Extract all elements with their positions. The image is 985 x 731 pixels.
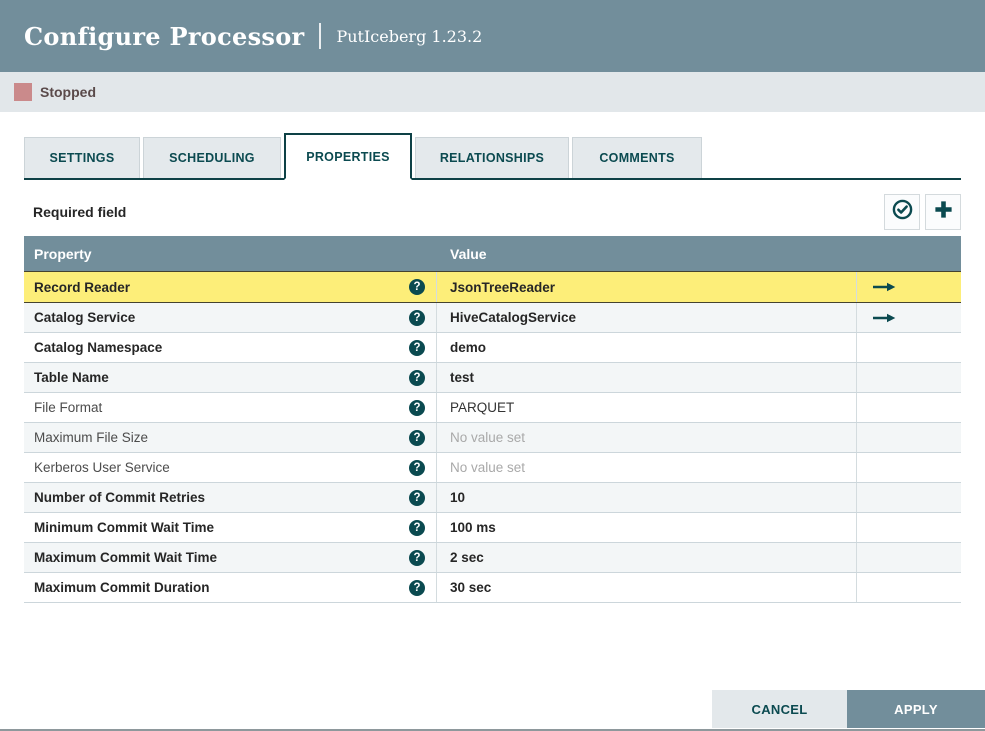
apply-button[interactable]: APPLY <box>847 690 985 728</box>
property-name-cell: Table Name? <box>24 363 437 392</box>
check-circle-icon <box>892 199 913 225</box>
property-row[interactable]: Maximum Commit Duration? 30 sec <box>24 573 961 603</box>
verify-properties-button[interactable] <box>884 194 920 230</box>
property-row[interactable]: Kerberos User Service? No value set <box>24 453 961 483</box>
help-question-icon[interactable]: ? <box>409 489 425 506</box>
property-name: Number of Commit Retries <box>34 490 206 505</box>
dialog-header: Configure Processor PutIceberg 1.23.2 <box>0 0 985 72</box>
row-actions-cell <box>857 423 961 452</box>
property-name-cell: File Format? <box>24 393 437 422</box>
property-name-cell: Maximum File Size? <box>24 423 437 452</box>
property-row[interactable]: Catalog Service? HiveCatalogService <box>24 303 961 333</box>
tab-properties[interactable]: PROPERTIES <box>284 133 412 180</box>
row-actions-cell <box>857 453 961 482</box>
processor-type-version: PutIceberg 1.23.2 <box>336 26 483 46</box>
table-header-row: Property Value <box>24 236 961 271</box>
property-row[interactable]: File Format? PARQUET <box>24 393 961 423</box>
help-question-icon[interactable]: ? <box>409 549 425 566</box>
property-name-cell: Minimum Commit Wait Time? <box>24 513 437 542</box>
help-question-icon[interactable]: ? <box>409 369 425 386</box>
tab-strip: SETTINGS SCHEDULING PROPERTIES RELATIONSHIP… <box>24 133 961 180</box>
row-actions-cell <box>857 303 961 332</box>
property-value-cell[interactable]: No value set <box>437 423 857 452</box>
property-name-cell: Catalog Service? <box>24 303 437 332</box>
help-question-icon[interactable]: ? <box>409 459 425 476</box>
property-row[interactable]: Catalog Namespace? demo <box>24 333 961 363</box>
property-name-cell: Kerberos User Service? <box>24 453 437 482</box>
help-question-icon[interactable]: ? <box>409 309 425 326</box>
table-body: Record Reader? JsonTreeReader Catalog Serv… <box>24 271 961 603</box>
help-question-icon[interactable]: ? <box>409 519 425 536</box>
dialog-title: Configure Processor <box>24 21 305 51</box>
properties-toolbar: Required field <box>24 192 961 232</box>
property-value-cell[interactable]: PARQUET <box>437 393 857 422</box>
property-row[interactable]: Maximum Commit Wait Time? 2 sec <box>24 543 961 573</box>
status-label: Stopped <box>40 84 96 100</box>
help-question-icon[interactable]: ? <box>409 429 425 446</box>
tab-scheduling[interactable]: SCHEDULING <box>143 137 281 178</box>
properties-table: Property Value Record Reader? JsonTreeRea… <box>24 236 961 603</box>
property-name-cell: Record Reader? <box>24 272 437 302</box>
property-value-cell[interactable]: 2 sec <box>437 543 857 572</box>
property-name-cell: Catalog Namespace? <box>24 333 437 362</box>
property-name: Kerberos User Service <box>34 460 170 475</box>
column-header-property: Property <box>34 245 92 262</box>
property-value-cell[interactable]: 100 ms <box>437 513 857 542</box>
property-row[interactable]: Table Name? test <box>24 363 961 393</box>
tab-settings[interactable]: SETTINGS <box>24 137 140 178</box>
help-question-icon[interactable]: ? <box>409 339 425 356</box>
property-name: Record Reader <box>34 279 131 295</box>
row-actions-cell <box>857 483 961 512</box>
property-row[interactable]: Number of Commit Retries? 10 <box>24 483 961 513</box>
row-actions-cell <box>857 393 961 422</box>
tab-comments[interactable]: COMMENTS <box>572 137 702 178</box>
go-to-service-arrow-icon[interactable] <box>873 313 896 323</box>
property-value-cell[interactable]: JsonTreeReader <box>437 272 857 302</box>
property-value-cell[interactable]: test <box>437 363 857 392</box>
property-row[interactable]: Record Reader? JsonTreeReader <box>24 271 961 303</box>
property-name: Catalog Namespace <box>34 340 163 355</box>
property-name: Maximum Commit Wait Time <box>34 550 218 565</box>
row-actions-cell <box>857 513 961 542</box>
property-name: Minimum Commit Wait Time <box>34 520 215 535</box>
plus-icon <box>933 199 954 225</box>
row-actions-cell <box>857 272 961 302</box>
title-divider <box>319 23 322 49</box>
property-value-cell[interactable]: 10 <box>437 483 857 512</box>
row-actions-cell <box>857 573 961 602</box>
configure-processor-dialog: Configure Processor PutIceberg 1.23.2 St… <box>0 0 985 731</box>
add-property-button[interactable] <box>925 194 961 230</box>
property-value-cell[interactable]: No value set <box>437 453 857 482</box>
property-value-cell[interactable]: HiveCatalogService <box>437 303 857 332</box>
dialog-footer: CANCEL APPLY <box>712 690 985 728</box>
row-actions-cell <box>857 543 961 572</box>
property-name: Maximum File Size <box>34 430 149 445</box>
property-row[interactable]: Minimum Commit Wait Time? 100 ms <box>24 513 961 543</box>
column-header-value: Value <box>450 245 487 262</box>
property-name-cell: Maximum Commit Wait Time? <box>24 543 437 572</box>
help-question-icon[interactable]: ? <box>409 579 425 596</box>
go-to-service-arrow-icon[interactable] <box>873 282 896 292</box>
cancel-button[interactable]: CANCEL <box>712 690 847 728</box>
property-name-cell: Number of Commit Retries? <box>24 483 437 512</box>
property-name: Catalog Service <box>34 310 136 325</box>
help-question-icon[interactable]: ? <box>409 399 425 416</box>
required-field-label: Required field <box>33 204 127 220</box>
property-name: Maximum Commit Duration <box>34 580 210 595</box>
row-actions-cell <box>857 363 961 392</box>
property-row[interactable]: Maximum File Size? No value set <box>24 423 961 453</box>
property-name-cell: Maximum Commit Duration? <box>24 573 437 602</box>
status-bar: Stopped <box>0 72 985 112</box>
property-value-cell[interactable]: demo <box>437 333 857 362</box>
tab-relationships[interactable]: RELATIONSHIPS <box>415 137 569 178</box>
property-name: Table Name <box>34 370 109 385</box>
property-value-cell[interactable]: 30 sec <box>437 573 857 602</box>
property-name: File Format <box>34 400 103 415</box>
stopped-status-icon <box>14 83 32 101</box>
help-question-icon[interactable]: ? <box>409 279 425 295</box>
row-actions-cell <box>857 333 961 362</box>
